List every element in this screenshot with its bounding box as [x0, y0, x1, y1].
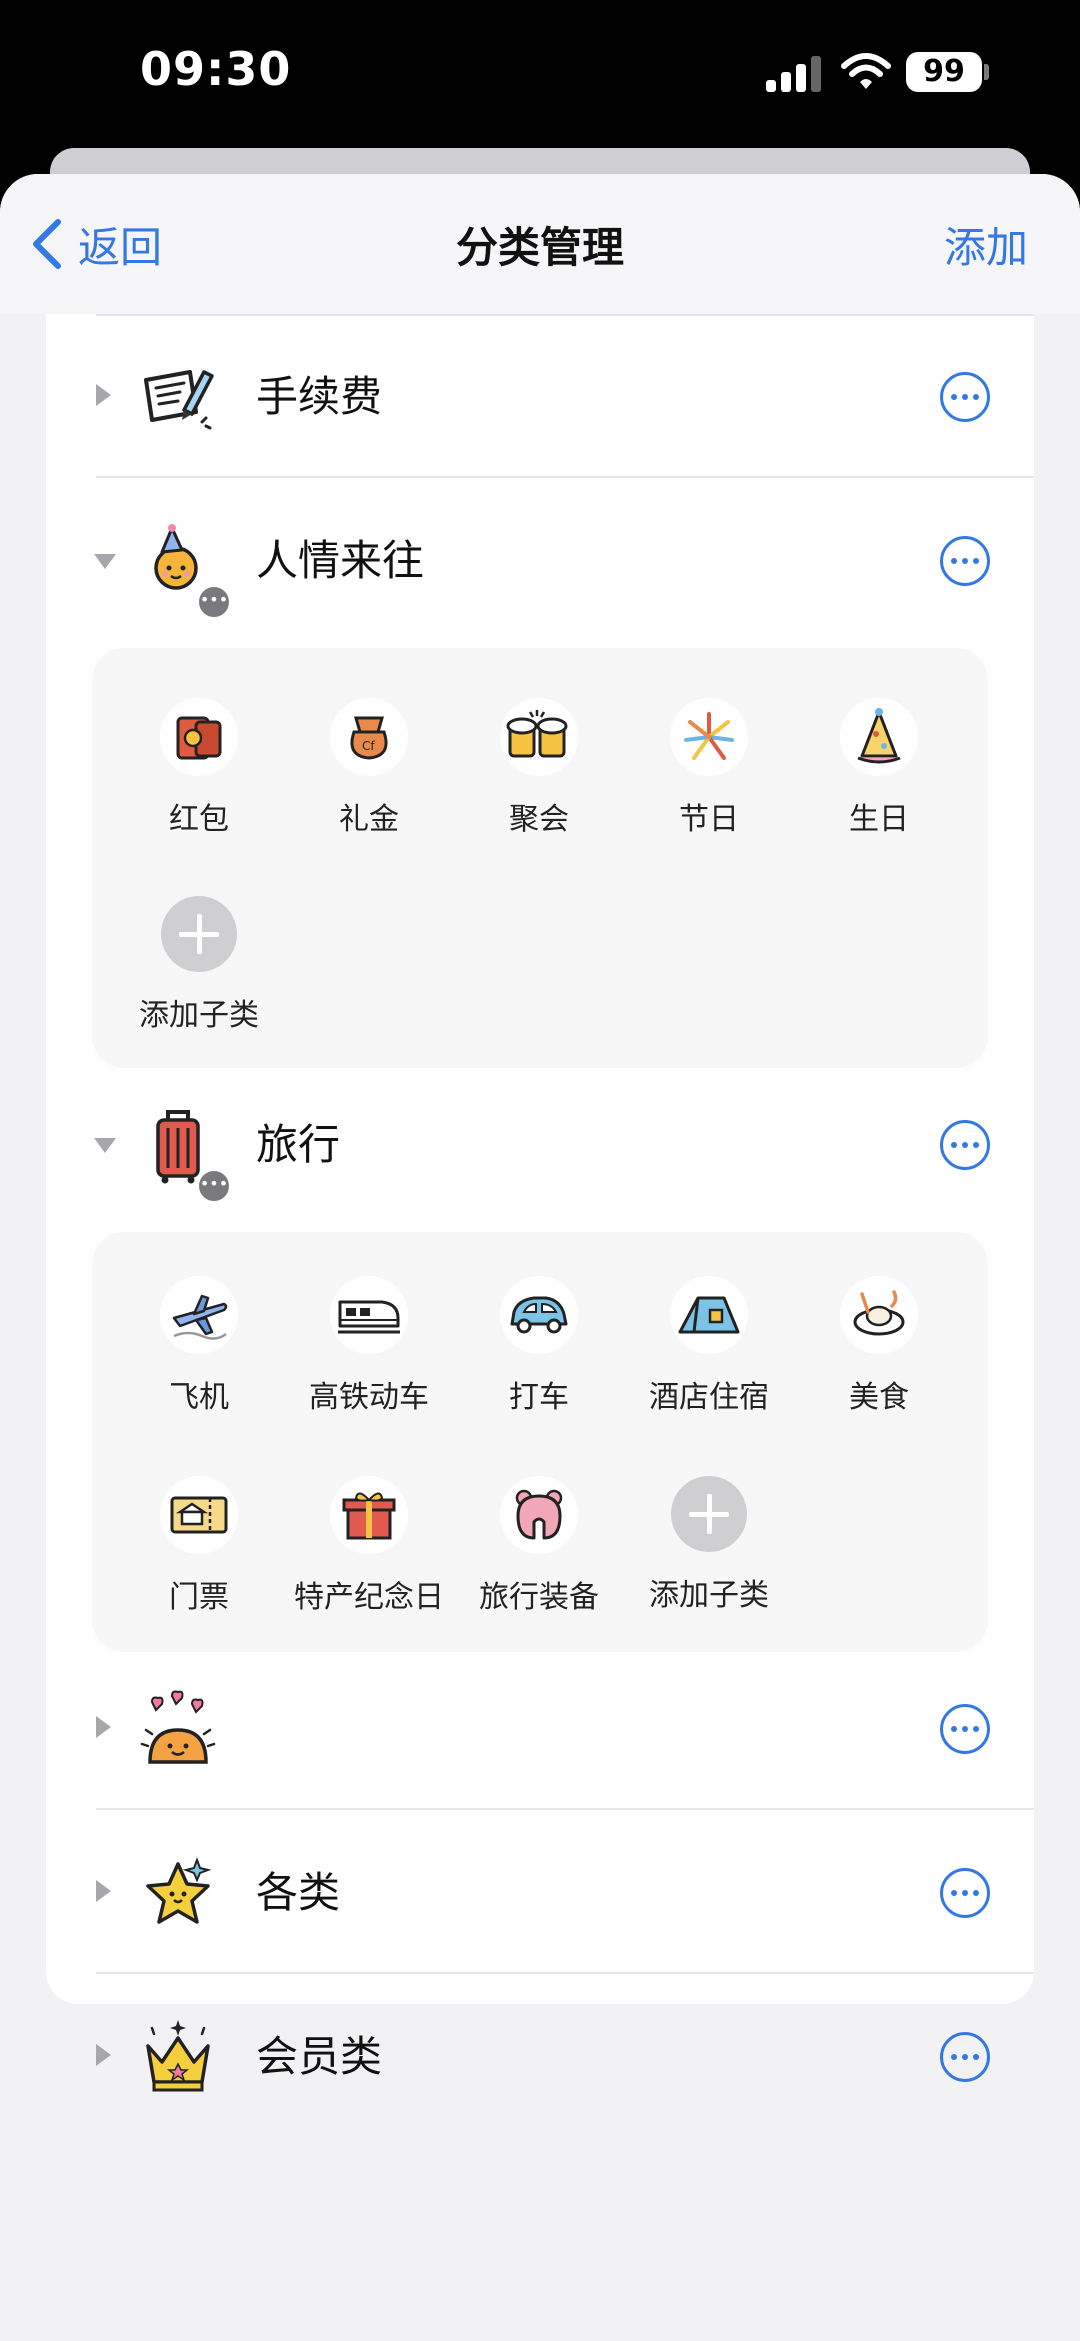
subcategory-label: 旅行装备	[479, 1580, 599, 1615]
subcategory-item[interactable]: 旅行装备	[454, 1476, 624, 1616]
more-options-button[interactable]	[940, 372, 990, 422]
subcategory-label: 美食	[849, 1380, 909, 1415]
subcategory-label: 红包	[169, 802, 229, 837]
more-options-button[interactable]	[940, 536, 990, 586]
expand-arrow-icon[interactable]	[96, 1880, 111, 1902]
car-icon	[500, 1276, 578, 1354]
category-label: 旅行	[256, 1120, 341, 1169]
edit-badge-icon: •••	[196, 1168, 232, 1204]
more-options-button[interactable]	[940, 1704, 990, 1754]
category-row[interactable]: ••• 人情来往	[46, 480, 1034, 642]
category-label: 人情来往	[256, 536, 425, 585]
subcategory-panel: 飞机 高铁动车 打车 酒店住宿 美食 门票 特产纪念日 旅行装备 添加子类	[92, 1232, 988, 1652]
subcategory-item[interactable]: 高铁动车	[284, 1276, 454, 1416]
money-bag-icon: Cf	[330, 698, 408, 776]
subcategory-label: 生日	[849, 802, 909, 837]
add-subcategory-label: 添加子类	[139, 998, 259, 1033]
subcategory-item[interactable]: 飞机	[114, 1276, 284, 1416]
status-bar: 09:30 99	[0, 0, 1080, 150]
subcategory-label: 聚会	[509, 802, 569, 837]
add-category-button[interactable]: 添加	[944, 214, 1028, 275]
wifi-icon	[841, 53, 891, 89]
red-envelope-icon	[160, 698, 238, 776]
add-subcategory-button[interactable]: 添加子类	[114, 896, 284, 1034]
expand-arrow-icon[interactable]	[96, 2044, 111, 2066]
plus-icon	[161, 896, 237, 972]
add-subcategory-button[interactable]: 添加子类	[624, 1476, 794, 1614]
subcategory-item[interactable]: 聚会	[454, 698, 624, 838]
page-title: 分类管理	[455, 223, 624, 272]
subcategory-label: 门票	[169, 1580, 229, 1615]
beer-mugs-icon	[500, 698, 578, 776]
category-label: 各类	[256, 1868, 341, 1917]
food-plate-icon	[840, 1276, 918, 1354]
category-list: 手续费 ••• 人情来往 红包 Cf 礼金 聚会 节日 生日 添加子类 ••• …	[46, 314, 1034, 2092]
category-row[interactable]: 手续费	[46, 316, 1034, 478]
subcategory-label: 打车	[509, 1380, 569, 1415]
subcategory-item[interactable]: 节日	[624, 698, 794, 838]
subcategory-item[interactable]: 美食	[794, 1276, 964, 1416]
subcategory-label: 节日	[679, 802, 739, 837]
subcategory-item[interactable]: 打车	[454, 1276, 624, 1416]
battery-level: 99	[923, 54, 965, 89]
subcategory-item[interactable]: 酒店住宿	[624, 1276, 794, 1416]
category-row[interactable]: 各类	[46, 1812, 1034, 1974]
category-label: 手续费	[256, 372, 383, 421]
more-options-button[interactable]	[940, 2032, 990, 2082]
subcategory-item[interactable]: 红包	[114, 698, 284, 838]
train-icon	[330, 1276, 408, 1354]
ticket-icon	[160, 1476, 238, 1554]
subcategory-label: 酒店住宿	[649, 1380, 769, 1415]
star-icon	[146, 1857, 212, 1924]
collapse-arrow-icon[interactable]	[94, 554, 116, 569]
subcategory-label: 飞机	[169, 1380, 229, 1415]
airplane-icon	[160, 1276, 238, 1354]
subcategory-item[interactable]: 特产纪念日	[284, 1476, 454, 1616]
tent-icon	[670, 1276, 748, 1354]
subcategory-panel: 红包 Cf 礼金 聚会 节日 生日 添加子类	[92, 648, 988, 1068]
svg-text:Cf: Cf	[362, 739, 375, 753]
status-time: 09:30	[140, 42, 292, 96]
battery-icon: 99	[906, 52, 982, 92]
divider	[96, 1808, 1034, 1810]
more-options-button[interactable]	[940, 1120, 990, 1170]
subcategory-label: 特产纪念日	[294, 1580, 444, 1615]
category-management-sheet: 返回 分类管理 添加 手续费 ••• 人情来往 红包 Cf 礼金 聚会 节日 生…	[0, 174, 1080, 2341]
receipt-pen-icon	[144, 370, 214, 430]
category-row[interactable]: ••• 旅行	[46, 1064, 1034, 1226]
collapse-arrow-icon[interactable]	[94, 1138, 116, 1153]
gift-icon	[330, 1476, 408, 1554]
category-row[interactable]	[46, 1648, 1034, 1810]
divider	[96, 1972, 1034, 1974]
subcategory-label: 高铁动车	[309, 1380, 429, 1415]
sun-hearts-icon	[140, 1690, 216, 1764]
battery-cap	[984, 64, 989, 80]
subcategory-item[interactable]: Cf 礼金	[284, 698, 454, 838]
party-hat-icon	[840, 698, 918, 776]
edit-badge-icon: •••	[196, 584, 232, 620]
category-row[interactable]: 会员类	[46, 1976, 1034, 2138]
more-options-button[interactable]	[940, 1868, 990, 1918]
crown-icon	[146, 2020, 210, 2092]
expand-arrow-icon[interactable]	[96, 384, 111, 406]
subcategory-label: 礼金	[339, 802, 399, 837]
category-label: 会员类	[256, 2032, 383, 2081]
subcategory-item[interactable]: 门票	[114, 1476, 284, 1616]
cellular-signal-icon	[766, 56, 822, 92]
neck-pillow-icon	[500, 1476, 578, 1554]
fireworks-icon	[670, 698, 748, 776]
divider	[96, 476, 1034, 478]
plus-icon	[671, 1476, 747, 1552]
subcategory-item[interactable]: 生日	[794, 698, 964, 838]
expand-arrow-icon[interactable]	[96, 1716, 111, 1738]
navigation-bar: 返回 分类管理 添加	[0, 174, 1080, 314]
add-subcategory-label: 添加子类	[649, 1578, 769, 1613]
